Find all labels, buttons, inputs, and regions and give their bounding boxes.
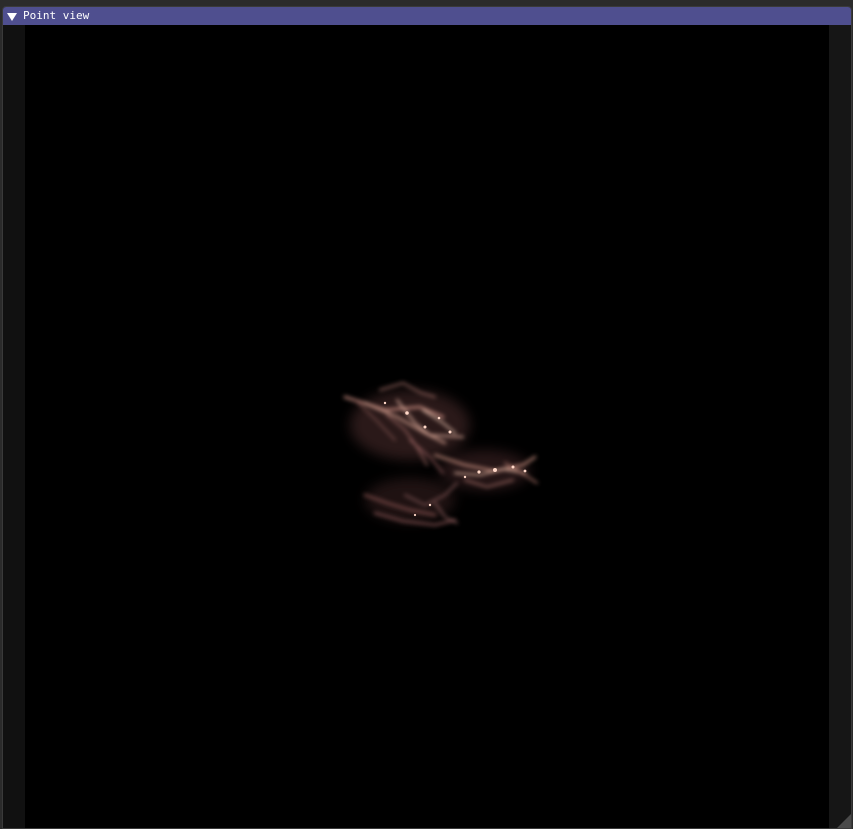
right-panel-strip [829,25,851,828]
point-cloud-viewport[interactable] [25,25,829,828]
resize-grip-icon[interactable] [837,814,851,828]
point-cloud-render [343,381,538,527]
collapse-triangle-icon[interactable] [7,12,17,21]
window-title: Point view [23,9,90,22]
point-view-window[interactable]: Point view [2,6,852,829]
window-title-bar[interactable]: Point view [3,7,851,25]
